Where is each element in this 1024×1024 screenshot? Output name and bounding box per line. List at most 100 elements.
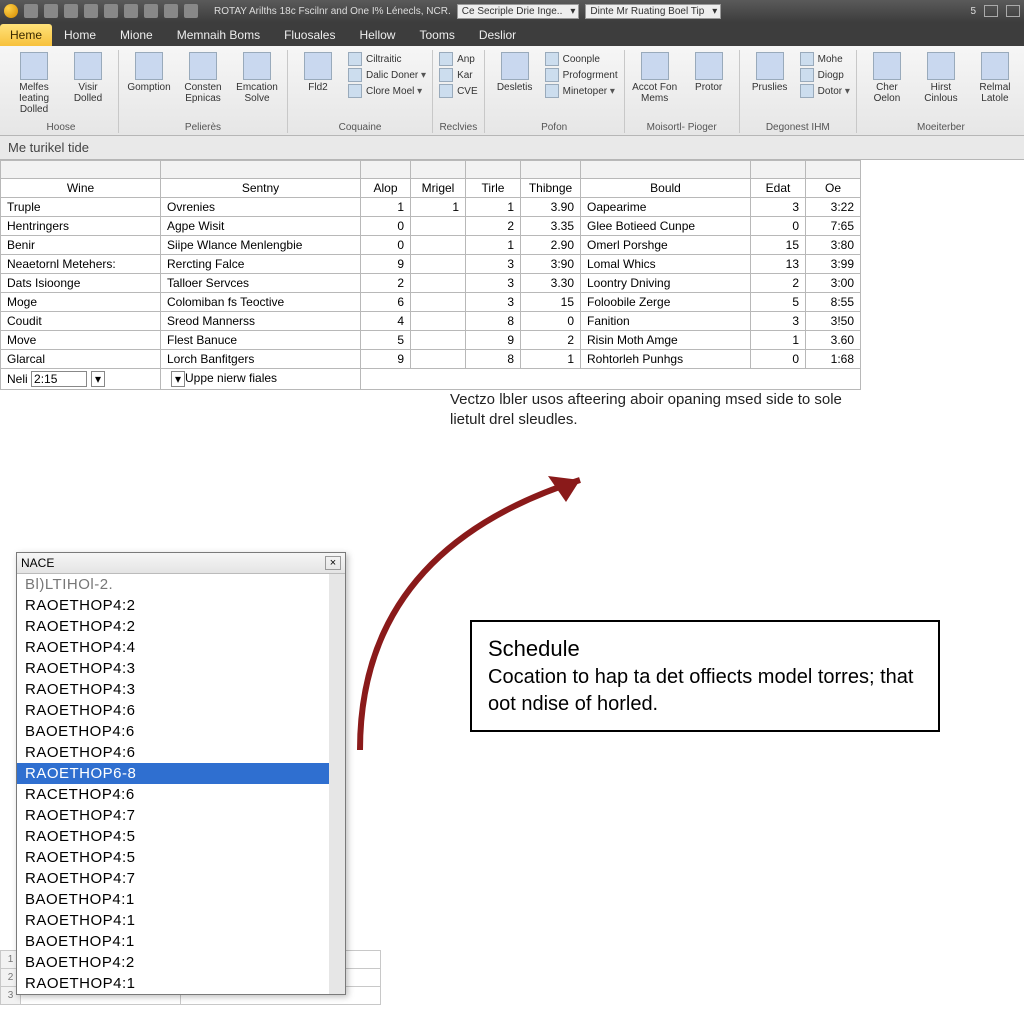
- header-cell[interactable]: Edat: [751, 179, 806, 198]
- tab-deslior[interactable]: Deslior: [467, 24, 528, 46]
- cell[interactable]: Foloobile Zerge: [581, 293, 751, 312]
- qat-icon[interactable]: [184, 4, 198, 18]
- cell[interactable]: Lorch Banfitgers: [161, 350, 361, 369]
- cell[interactable]: Lomal Whics: [581, 255, 751, 274]
- cell[interactable]: Move: [1, 331, 161, 350]
- ribbon-button[interactable]: Accot FonMems: [631, 52, 679, 120]
- cell[interactable]: 9: [466, 331, 521, 350]
- cell[interactable]: 5: [361, 331, 411, 350]
- ribbon-button[interactable]: Gomption: [125, 52, 173, 120]
- cell[interactable]: Oapearime: [581, 198, 751, 217]
- cell[interactable]: Colomiban fs Teoctive: [161, 293, 361, 312]
- ribbon-button[interactable]: Protor: [685, 52, 733, 120]
- cell[interactable]: Moge: [1, 293, 161, 312]
- control-input[interactable]: [31, 371, 87, 387]
- ribbon-small-button[interactable]: Clore Moel: [348, 84, 426, 98]
- cell[interactable]: 0: [521, 312, 581, 331]
- cell[interactable]: 3:80: [806, 236, 861, 255]
- cell[interactable]: 9: [361, 350, 411, 369]
- table-row[interactable]: CouditSreod Mannerss480Fanition33!50: [1, 312, 861, 331]
- qat-icon[interactable]: [144, 4, 158, 18]
- min-button[interactable]: [984, 5, 998, 17]
- cell[interactable]: Talloer Servces: [161, 274, 361, 293]
- ribbon-button[interactable]: EmcationSolve: [233, 52, 281, 120]
- cell[interactable]: Neaetornl Metehers:: [1, 255, 161, 274]
- cell[interactable]: [411, 293, 466, 312]
- cell[interactable]: 4: [361, 312, 411, 331]
- cell[interactable]: 2: [361, 274, 411, 293]
- cell[interactable]: 2: [751, 274, 806, 293]
- cell[interactable]: 1: [466, 236, 521, 255]
- ribbon-button[interactable]: MelfesIeating Dolled: [10, 52, 58, 120]
- cell[interactable]: 3.30: [521, 274, 581, 293]
- cell[interactable]: [411, 312, 466, 331]
- cell[interactable]: Fanition: [581, 312, 751, 331]
- cell[interactable]: 2.90: [521, 236, 581, 255]
- ribbon-small-button[interactable]: Coonple: [545, 52, 618, 66]
- cell[interactable]: Truple: [1, 198, 161, 217]
- cell[interactable]: 3:99: [806, 255, 861, 274]
- cell[interactable]: Siipe Wlance Menlengbie: [161, 236, 361, 255]
- header-cell[interactable]: Tirle: [466, 179, 521, 198]
- cell[interactable]: Glee Botieed Cunpe: [581, 217, 751, 236]
- dropdown-icon[interactable]: ▾: [171, 371, 185, 387]
- cell[interactable]: 3.90: [521, 198, 581, 217]
- cell[interactable]: Rohtorleh Punhgs: [581, 350, 751, 369]
- ribbon-button[interactable]: Pruslies: [746, 52, 794, 120]
- cell[interactable]: 3: [466, 293, 521, 312]
- column-head[interactable]: [751, 161, 806, 179]
- ribbon-small-button[interactable]: CVE: [439, 84, 478, 98]
- listbox-item[interactable]: RAOETHOP4:5: [17, 847, 329, 868]
- listbox-item[interactable]: RAOETHOP4:3: [17, 658, 329, 679]
- qat-icon[interactable]: [84, 4, 98, 18]
- ribbon-small-button[interactable]: Mohe: [800, 52, 850, 66]
- table-row[interactable]: GlarcalLorch Banfitgers981Rohtorleh Punh…: [1, 350, 861, 369]
- ribbon-small-button[interactable]: Dotor: [800, 84, 850, 98]
- cell[interactable]: 3:22: [806, 198, 861, 217]
- cell[interactable]: 1: [466, 198, 521, 217]
- cell[interactable]: [411, 350, 466, 369]
- cell[interactable]: 8:55: [806, 293, 861, 312]
- cell[interactable]: Ovrenies: [161, 198, 361, 217]
- column-head[interactable]: [361, 161, 411, 179]
- cell[interactable]: 2: [466, 217, 521, 236]
- tab-memnaih[interactable]: Memnaih Boms: [165, 24, 272, 46]
- column-head[interactable]: [806, 161, 861, 179]
- cell[interactable]: 3!50: [806, 312, 861, 331]
- dropdown-icon[interactable]: ▾: [91, 371, 105, 387]
- tab-mione[interactable]: Mione: [108, 24, 165, 46]
- cell[interactable]: Risin Moth Amge: [581, 331, 751, 350]
- column-head[interactable]: [521, 161, 581, 179]
- cell[interactable]: 5: [751, 293, 806, 312]
- cell[interactable]: 0: [751, 350, 806, 369]
- cell[interactable]: 3.35: [521, 217, 581, 236]
- listbox-close-icon[interactable]: ×: [325, 556, 341, 570]
- ribbon-button[interactable]: Fld2: [294, 52, 342, 120]
- listbox-item[interactable]: RAOETHOP4:6: [17, 742, 329, 763]
- qat-undo-icon[interactable]: [44, 4, 58, 18]
- cell[interactable]: 3:90: [521, 255, 581, 274]
- cell[interactable]: Dats Isioonge: [1, 274, 161, 293]
- cell[interactable]: [411, 217, 466, 236]
- cell[interactable]: 13: [751, 255, 806, 274]
- app-orb-icon[interactable]: [4, 4, 18, 18]
- listbox-item[interactable]: RAOETHOP4:2: [17, 595, 329, 616]
- header-cell[interactable]: Bould: [581, 179, 751, 198]
- cell[interactable]: Agpe Wisit: [161, 217, 361, 236]
- listbox-item[interactable]: BAOETHOP4:1: [17, 931, 329, 952]
- cell[interactable]: [411, 236, 466, 255]
- qat-save-icon[interactable]: [24, 4, 38, 18]
- table-row[interactable]: MoveFlest Banuce592Risin Moth Amge13.60: [1, 331, 861, 350]
- cell[interactable]: 1: [751, 331, 806, 350]
- table-row[interactable]: MogeColomiban fs Teoctive6315Foloobile Z…: [1, 293, 861, 312]
- tab-fluosales[interactable]: Fluosales: [272, 24, 347, 46]
- cell[interactable]: Sreod Mannerss: [161, 312, 361, 331]
- titlebar-combo-2[interactable]: Dinte Mr Ruating Boel Tip: [585, 4, 721, 19]
- column-head[interactable]: [161, 161, 361, 179]
- ribbon-button[interactable]: CherOelon: [863, 52, 911, 120]
- listbox-item[interactable]: RAOETHOP4:5: [17, 826, 329, 847]
- cell[interactable]: 8: [466, 350, 521, 369]
- ribbon-button[interactable]: Desletis: [491, 52, 539, 120]
- listbox-item[interactable]: RAOETHOP4:4: [17, 637, 329, 658]
- cell[interactable]: 3: [751, 198, 806, 217]
